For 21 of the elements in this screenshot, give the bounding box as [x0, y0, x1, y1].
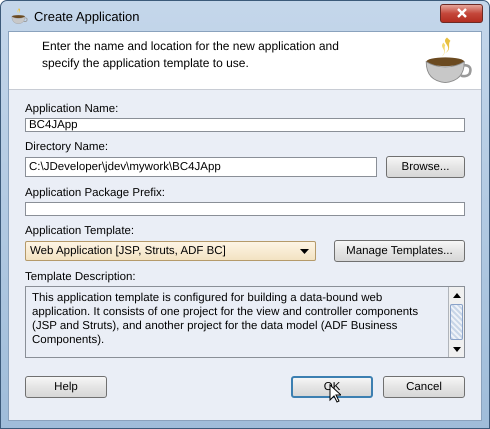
scrollbar[interactable]	[448, 287, 464, 357]
close-icon[interactable]	[440, 4, 483, 22]
field-label: Template Description:	[25, 271, 137, 283]
window-title: Create Application	[34, 8, 141, 24]
caret-icon	[300, 248, 309, 254]
cup-icon	[10, 7, 28, 25]
field-label: Directory Name:	[25, 141, 110, 153]
template-dropdown[interactable]: Web Application [JSP, Struts, ADF BC]	[25, 241, 316, 261]
description-text: This application template is configured for building a data-bound web application. It consists of one project for the view and controller components (JSP and Struts), and another project for the data model (ADF Business Components).	[31, 291, 420, 348]
field-label: Application Template:	[25, 225, 136, 237]
text-field[interactable]: BC4JApp	[25, 118, 465, 132]
dialog-button[interactable]: Help	[25, 376, 107, 398]
dialog-button[interactable]: Cancel	[383, 376, 465, 398]
text-field[interactable]	[25, 202, 465, 216]
browse-button[interactable]: Browse...	[386, 156, 465, 178]
text-field[interactable]: C:\JDeveloper\jdev\mywork\BC4JApp	[25, 157, 377, 177]
header-text: Enter the name and location for the new application and specify the application template to use.	[42, 38, 340, 72]
field-label: Application Package Prefix:	[25, 187, 166, 199]
manage-templates-button[interactable]: Manage Templates...	[334, 240, 465, 262]
description-area[interactable]	[25, 286, 465, 358]
field-label: Application Name:	[25, 103, 120, 115]
